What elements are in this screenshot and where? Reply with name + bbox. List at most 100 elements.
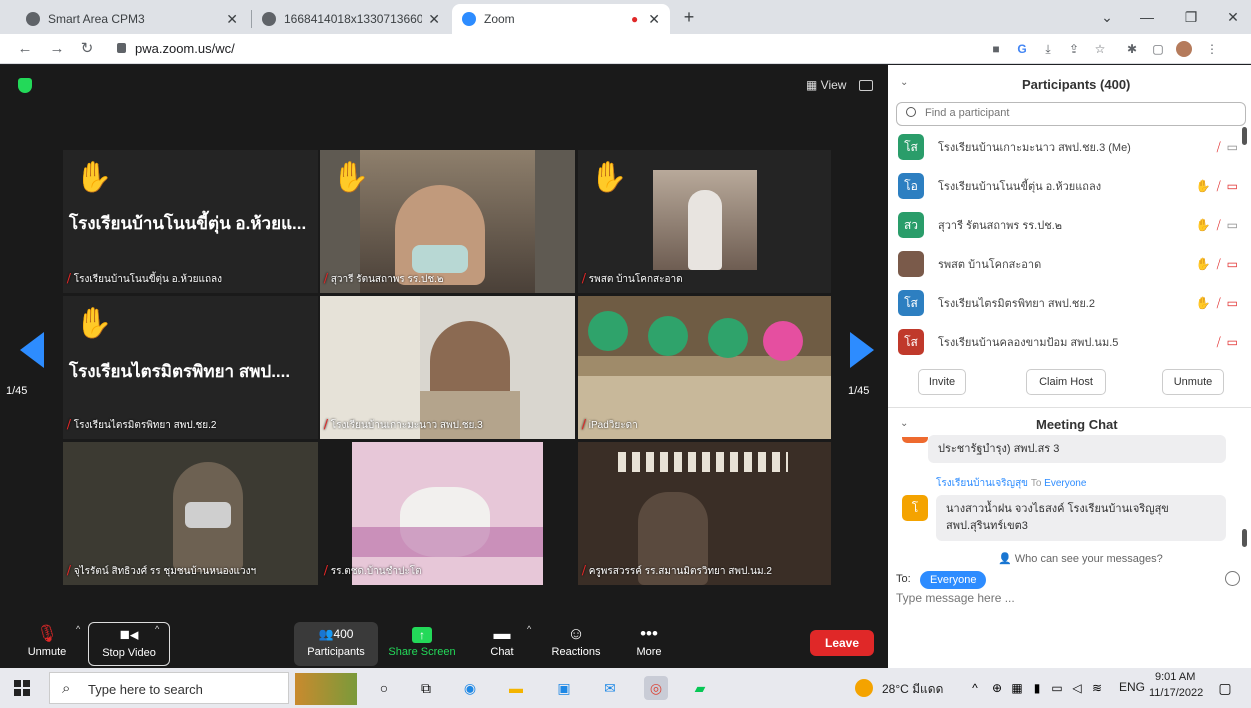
participants-scrollbar[interactable]: [1242, 127, 1247, 145]
muted-mic-icon: ⧸: [324, 273, 328, 285]
tab-search-icon[interactable]: ⌄: [1092, 4, 1122, 30]
unmute-button[interactable]: 🎙 Unmute: [24, 622, 70, 666]
taskbar-search-box[interactable]: ⌕ Type here to search: [49, 672, 357, 705]
video-tile[interactable]: ✋ โรงเรียนบ้านโนนขี้ตุ่น อ.ห้วยแ... ⧸ โรง…: [63, 150, 318, 293]
cortana-icon[interactable]: ○: [372, 676, 396, 700]
video-tile[interactable]: ✋ ⧸ รพสต บ้านโคกสะอาด: [578, 150, 831, 293]
participant-search-input[interactable]: [925, 107, 1225, 119]
prev-page-arrow-icon[interactable]: [20, 332, 44, 368]
video-camera-icon[interactable]: ▭: [1227, 140, 1238, 154]
participant-row[interactable]: โส โรงเรียนไตรมิตรพิทยา สพป.ชย.2 ✋ ⧸ ▭: [898, 287, 1238, 319]
file-explorer-icon[interactable]: ▬: [504, 676, 528, 700]
video-tile[interactable]: ⧸ ครูพรสวรรค์ รร.สมานมิตรวิทยา สพป.นม.2: [578, 442, 831, 585]
install-icon[interactable]: ⤓: [1040, 41, 1056, 57]
participant-search-box[interactable]: [896, 102, 1246, 126]
video-camera-icon[interactable]: ▭: [1227, 218, 1238, 232]
windows-start-icon[interactable]: [14, 680, 30, 696]
chat-button[interactable]: ▬ Chat: [480, 622, 524, 666]
view-button[interactable]: ▦ View: [806, 78, 846, 92]
tab-zoom[interactable]: Zoom ● ✕: [452, 4, 670, 34]
mail-icon[interactable]: ✉: [598, 676, 622, 700]
participant-row[interactable]: โอ โรงเรียนบ้านโนนขี้ตุ่น อ.ห้วยแถลง ✋ ⧸…: [898, 170, 1238, 202]
leave-button[interactable]: Leave: [810, 630, 874, 656]
clock-date[interactable]: 11/17/2022: [1149, 687, 1203, 699]
task-view-icon[interactable]: ⧉: [414, 676, 438, 700]
chat-message-input[interactable]: [896, 591, 1226, 605]
share-icon[interactable]: ⇪: [1066, 41, 1082, 57]
recipient-dropdown[interactable]: Everyone: [920, 571, 987, 589]
audio-options-caret-icon[interactable]: ^: [76, 624, 80, 634]
unmute-all-button[interactable]: Unmute: [1162, 369, 1224, 395]
store-icon[interactable]: ▣: [552, 676, 576, 700]
reload-icon[interactable]: ↻: [76, 39, 98, 59]
camera-icon[interactable]: ■: [988, 41, 1004, 57]
more-button[interactable]: ••• More: [630, 622, 668, 666]
video-tile[interactable]: ⧸ iPadวิยะดา: [578, 296, 831, 439]
invite-button[interactable]: Invite: [918, 369, 966, 395]
menu-icon[interactable]: ⋮: [1204, 41, 1220, 57]
chrome-icon[interactable]: ◎: [644, 676, 668, 700]
restore-icon[interactable]: ❐: [1176, 4, 1206, 30]
muted-mic-icon[interactable]: ⧸: [1217, 140, 1221, 155]
reactions-button[interactable]: ☺ Reactions: [548, 622, 604, 666]
emoji-icon[interactable]: [1225, 571, 1240, 586]
side-panel-icon[interactable]: ▢: [1150, 41, 1166, 57]
close-window-icon[interactable]: ✕: [1218, 4, 1248, 30]
shield-icon[interactable]: [18, 78, 32, 93]
url-field[interactable]: pwa.zoom.us/wc/: [135, 41, 235, 56]
tab-title: 1668414018x1330713660_2.jpg (: [284, 12, 423, 26]
participant-row[interactable]: รพสต บ้านโคกสะอาด ✋ ⧸ ▭: [898, 248, 1238, 280]
video-options-caret-icon[interactable]: ^: [155, 624, 159, 634]
next-page-arrow-icon[interactable]: [850, 332, 874, 368]
participant-row[interactable]: สว สุวารี รัตนสถาพร รร.ปช.๒ ✋ ⧸ ▭: [898, 209, 1238, 241]
new-tab-button[interactable]: +: [674, 4, 704, 30]
line-icon[interactable]: ▰: [688, 676, 712, 700]
video-off-icon[interactable]: ▭: [1227, 179, 1238, 193]
clock-time[interactable]: 9:01 AM: [1155, 671, 1195, 683]
video-tile[interactable]: ✋ โรงเรียนไตรมิตรพิทยา สพป.... ⧸ โรงเรียน…: [63, 296, 318, 439]
raised-hand-icon: ✋: [1195, 296, 1211, 310]
collapse-chevron-icon[interactable]: ⌄: [900, 418, 908, 429]
video-tile[interactable]: ⧸ จุไรรัตน์ สิทธิวงศ์ รร ชุมชนบ้านหนองแวง…: [63, 442, 318, 585]
muted-mic-icon[interactable]: ⧸: [1217, 257, 1221, 272]
language-indicator[interactable]: ENG: [1119, 680, 1145, 694]
fullscreen-icon[interactable]: [859, 80, 873, 91]
forward-icon[interactable]: →: [46, 39, 68, 59]
claim-host-button[interactable]: Claim Host: [1026, 369, 1106, 395]
video-off-icon[interactable]: ▭: [1227, 335, 1238, 349]
tab-smart-area[interactable]: Smart Area CPM3 ✕: [16, 4, 248, 34]
share-screen-button[interactable]: ↑ Share Screen: [386, 622, 458, 666]
chat-scrollbar[interactable]: [1242, 529, 1247, 547]
video-tile[interactable]: ✋ ⧸ สุวารี รัตนสถาพร รร.ปช.๒: [320, 150, 575, 293]
muted-mic-icon[interactable]: ⧸: [1217, 335, 1221, 350]
profile-avatar[interactable]: [1176, 41, 1192, 57]
weather-sun-icon[interactable]: [855, 679, 873, 697]
minimize-icon[interactable]: —: [1132, 4, 1162, 30]
weather-text[interactable]: 28°C มีแดด: [882, 680, 943, 699]
tray-expand-icon[interactable]: ^: [963, 676, 987, 700]
close-icon[interactable]: ✕: [226, 11, 238, 28]
video-tile[interactable]: ⧸ โรงเรียนบ้านเกาะมะนาว สพป.ชย.3: [320, 296, 575, 439]
tab-image[interactable]: 1668414018x1330713660_2.jpg ( ✕: [252, 4, 450, 34]
who-can-see-link[interactable]: 👤 Who can see your messages?: [998, 552, 1163, 565]
extensions-icon[interactable]: ✱: [1124, 41, 1140, 57]
back-icon[interactable]: ←: [14, 39, 36, 59]
video-off-icon[interactable]: ▭: [1227, 257, 1238, 271]
close-icon[interactable]: ✕: [648, 11, 660, 28]
participant-row[interactable]: โส โรงเรียนบ้านเกาะมะนาว สพป.ชย.3 (Me) ⧸…: [898, 131, 1238, 163]
video-off-icon[interactable]: ▭: [1227, 296, 1238, 310]
collapse-chevron-icon[interactable]: ⌄: [900, 77, 908, 88]
participants-button[interactable]: 👥400 Participants: [294, 622, 378, 666]
close-icon[interactable]: ✕: [428, 11, 440, 28]
muted-mic-icon[interactable]: ⧸: [1217, 296, 1221, 311]
notifications-icon[interactable]: ▢: [1213, 676, 1237, 700]
muted-mic-icon[interactable]: ⧸: [1217, 179, 1221, 194]
wifi-icon[interactable]: ≋: [1085, 676, 1109, 700]
muted-mic-icon[interactable]: ⧸: [1217, 218, 1221, 233]
participant-row[interactable]: โส โรงเรียนบ้านคลองขามป้อม สพป.นม.5 ⧸ ▭: [898, 326, 1238, 358]
google-icon[interactable]: G: [1014, 41, 1030, 57]
edge-icon[interactable]: ◉: [458, 676, 482, 700]
chat-options-caret-icon[interactable]: ^: [527, 624, 531, 634]
video-tile[interactable]: ⧸ รร.ตชด.บ้านชำปะโต: [320, 442, 575, 585]
bookmark-star-icon[interactable]: ☆: [1092, 41, 1108, 57]
